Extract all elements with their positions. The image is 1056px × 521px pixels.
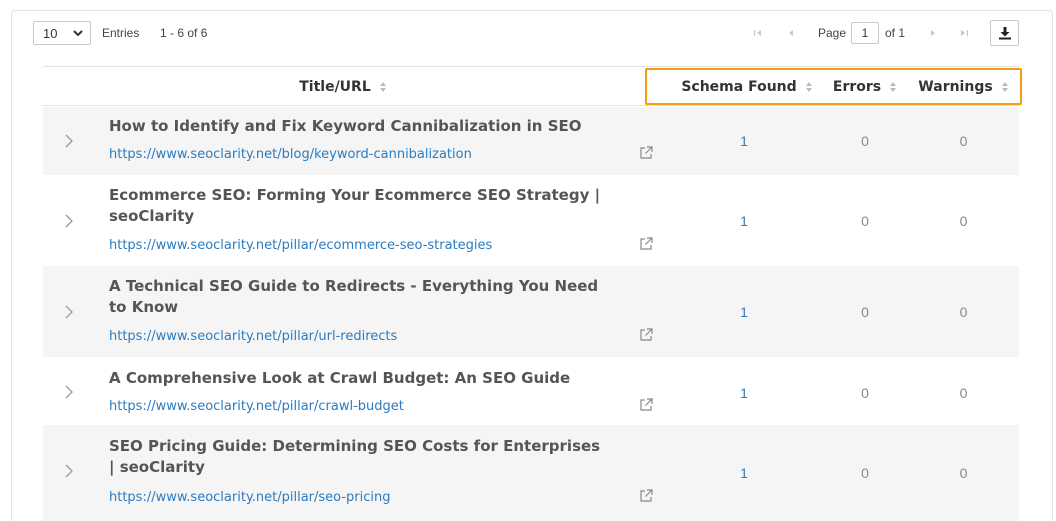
column-header-title-label: Title/URL: [299, 78, 371, 95]
row-title: How to Identify and Fix Keyword Cannibal…: [109, 117, 582, 135]
page-number-value: 1: [861, 26, 869, 40]
row-warnings-count: 0: [959, 304, 968, 320]
page-size-value: 10: [43, 25, 58, 41]
external-link-icon[interactable]: [638, 397, 654, 413]
row-title: A Comprehensive Look at Crawl Budget: An…: [109, 369, 571, 387]
row-warnings-count: 0: [959, 465, 968, 481]
table-row[interactable]: A Comprehensive Look at Crawl Budget: An…: [43, 357, 1019, 425]
external-link-icon[interactable]: [638, 488, 654, 504]
row-url-link[interactable]: https://www.seoclarity.net/pillar/url-re…: [109, 329, 397, 344]
external-link-icon[interactable]: [638, 236, 654, 252]
next-page-icon[interactable]: [926, 26, 940, 40]
row-warnings-count: 0: [959, 385, 968, 401]
column-header-schema[interactable]: Schema Found: [679, 67, 815, 106]
row-schema-count[interactable]: 1: [679, 465, 809, 481]
chevron-right-icon[interactable]: [63, 213, 75, 229]
table-toolbar: 10 Entries 1 - 6 of 6 Page 1 of 1: [33, 20, 1019, 46]
page-size-select[interactable]: 10: [33, 21, 91, 45]
row-errors-count: 0: [861, 385, 869, 401]
column-header-warnings-label: Warnings: [918, 78, 993, 95]
sort-icon: [379, 81, 386, 92]
prev-page-icon[interactable]: [784, 26, 798, 40]
chevron-right-icon[interactable]: [63, 384, 75, 400]
row-warnings-count: 0: [959, 133, 968, 149]
chevron-right-icon[interactable]: [63, 133, 75, 149]
sort-icon: [890, 81, 897, 92]
first-page-icon[interactable]: [751, 26, 765, 40]
chevron-right-icon[interactable]: [63, 463, 75, 479]
row-errors-count: 0: [861, 304, 869, 320]
row-title: SEO Pricing Guide: Determining SEO Costs…: [109, 437, 601, 476]
row-title: A Technical SEO Guide to Redirects - Eve…: [109, 277, 599, 316]
page-number-input[interactable]: 1: [851, 22, 879, 44]
external-link-icon[interactable]: [638, 145, 654, 161]
row-url-link[interactable]: https://www.seoclarity.net/pillar/ecomme…: [109, 238, 492, 253]
row-title: Ecommerce SEO: Forming Your Ecommerce SE…: [109, 186, 601, 225]
row-errors-count: 0: [861, 133, 869, 149]
row-schema-count[interactable]: 1: [679, 133, 809, 149]
table-row[interactable]: A Technical SEO Guide to Redirects - Eve…: [43, 266, 1019, 357]
column-header-title[interactable]: Title/URL: [43, 67, 643, 106]
sort-icon: [1001, 81, 1008, 92]
column-header-errors-label: Errors: [832, 78, 882, 95]
row-errors-count: 0: [861, 213, 869, 229]
row-errors-count: 0: [861, 465, 869, 481]
entries-label: Entries: [102, 26, 140, 40]
chevron-down-icon: [73, 30, 83, 37]
table-row[interactable]: Ecommerce SEO: Forming Your Ecommerce SE…: [43, 175, 1019, 266]
page-label: Page: [818, 26, 847, 40]
table-header: Title/URL Schema Found Errors Warnings: [43, 66, 1019, 106]
table-row[interactable]: SEO Pricing Guide: Determining SEO Costs…: [43, 425, 1019, 521]
row-url-link[interactable]: https://www.seoclarity.net/blog/keyword-…: [109, 147, 472, 162]
last-page-icon[interactable]: [957, 26, 971, 40]
row-url-link[interactable]: https://www.seoclarity.net/pillar/seo-pr…: [109, 490, 391, 505]
entries-range: 1 - 6 of 6: [160, 26, 208, 40]
sort-icon: [805, 81, 812, 92]
row-url-link[interactable]: https://www.seoclarity.net/pillar/crawl-…: [109, 399, 404, 414]
column-header-schema-label: Schema Found: [681, 78, 797, 95]
column-header-warnings[interactable]: Warnings: [916, 67, 1011, 106]
chevron-right-icon[interactable]: [63, 304, 75, 320]
column-header-errors[interactable]: Errors: [830, 67, 900, 106]
page-total-label: of 1: [885, 26, 906, 40]
row-schema-count[interactable]: 1: [679, 385, 809, 401]
download-icon: [998, 27, 1011, 40]
row-schema-count[interactable]: 1: [679, 304, 809, 320]
external-link-icon[interactable]: [638, 327, 654, 343]
row-warnings-count: 0: [959, 213, 968, 229]
download-button[interactable]: [990, 20, 1019, 46]
table-row[interactable]: How to Identify and Fix Keyword Cannibal…: [43, 107, 1019, 175]
row-schema-count[interactable]: 1: [679, 213, 809, 229]
